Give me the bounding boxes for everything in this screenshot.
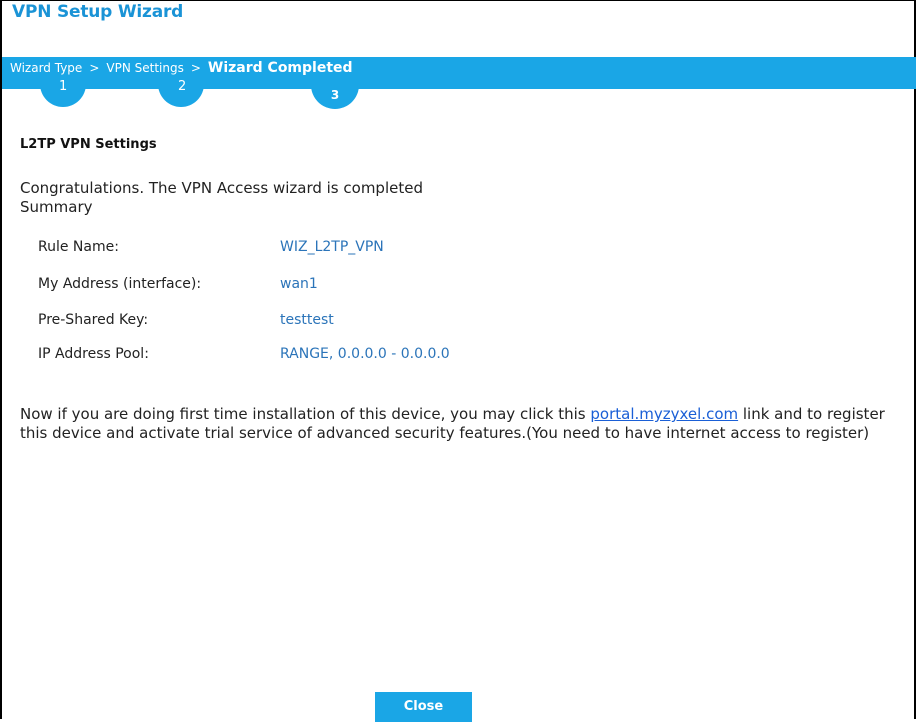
- step-bar: Wizard Type > VPN Settings > Wizard Comp…: [2, 57, 916, 89]
- breadcrumb-separator-icon: >: [89, 61, 100, 75]
- ip-pool-value: RANGE, 0.0.0.0 - 0.0.0.0: [280, 346, 450, 362]
- section-title: L2TP VPN Settings: [20, 137, 157, 152]
- step-2-number: 2: [178, 79, 187, 94]
- breadcrumb: Wizard Type > VPN Settings > Wizard Comp…: [10, 60, 353, 76]
- ip-pool-label: IP Address Pool:: [38, 346, 149, 362]
- rule-name-value: WIZ_L2TP_VPN: [280, 239, 384, 255]
- close-button[interactable]: Close: [375, 692, 472, 722]
- breadcrumb-separator-icon: >: [190, 61, 201, 75]
- step-wizard-type: Wizard Type: [10, 61, 83, 75]
- congrats-text: Congratulations. The VPN Access wizard i…: [20, 179, 423, 197]
- portal-link[interactable]: portal.myzyxel.com: [590, 405, 738, 423]
- step-3-badge: 3: [311, 75, 359, 109]
- window-title: VPN Setup Wizard: [12, 2, 184, 22]
- step-wizard-completed: Wizard Completed: [207, 60, 353, 76]
- registration-note: Now if you are doing first time installa…: [20, 405, 916, 443]
- completion-message: Congratulations. The VPN Access wizard i…: [20, 179, 423, 217]
- rule-name-label: Rule Name:: [38, 239, 119, 255]
- step-vpn-settings: VPN Settings: [106, 61, 184, 75]
- wizard-window: VPN Setup Wizard Wizard Type > VPN Setti…: [0, 0, 916, 722]
- my-address-value: wan1: [280, 276, 318, 292]
- note-text-before: Now if you are doing first time installa…: [20, 405, 591, 423]
- psk-label: Pre-Shared Key:: [38, 312, 149, 328]
- summary-heading: Summary: [20, 198, 93, 216]
- my-address-label: My Address (interface):: [38, 276, 202, 292]
- psk-value: testtest: [280, 312, 334, 328]
- step-1-number: 1: [59, 79, 68, 94]
